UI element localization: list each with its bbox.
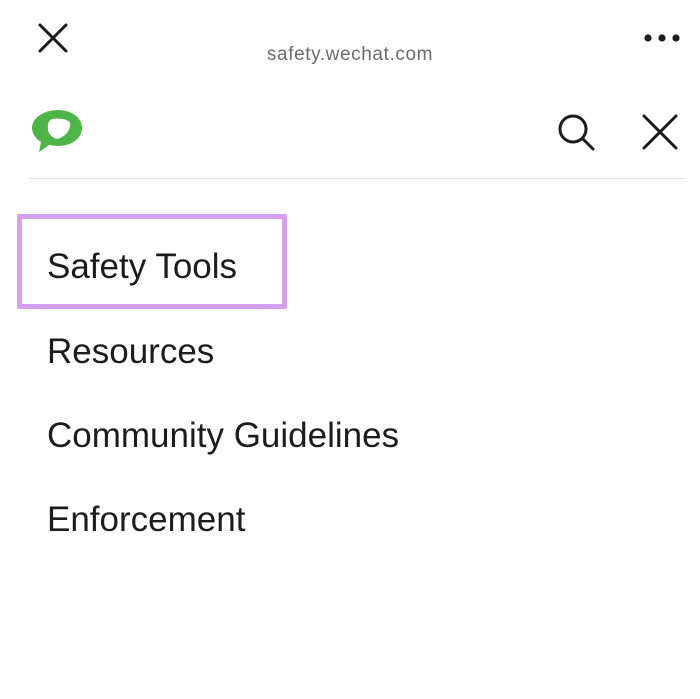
more-horizontal-icon [644, 34, 680, 42]
wechat-safety-logo-icon [32, 110, 82, 152]
nav-item-safety-tools[interactable]: Safety Tools [47, 245, 237, 289]
search-button[interactable] [554, 110, 598, 154]
more-options-button[interactable] [640, 24, 684, 52]
browser-bar: safety.wechat.com [0, 0, 700, 90]
url-display[interactable]: safety.wechat.com [0, 44, 700, 66]
site-logo[interactable] [30, 108, 86, 154]
site-header [0, 90, 700, 180]
nav-item-community-guidelines[interactable]: Community Guidelines [47, 414, 399, 458]
close-icon [642, 114, 678, 150]
nav-item-resources[interactable]: Resources [47, 330, 214, 374]
search-icon [558, 114, 595, 151]
menu-close-button[interactable] [638, 110, 682, 154]
nav-item-enforcement[interactable]: Enforcement [47, 498, 245, 542]
header-divider [30, 178, 686, 179]
